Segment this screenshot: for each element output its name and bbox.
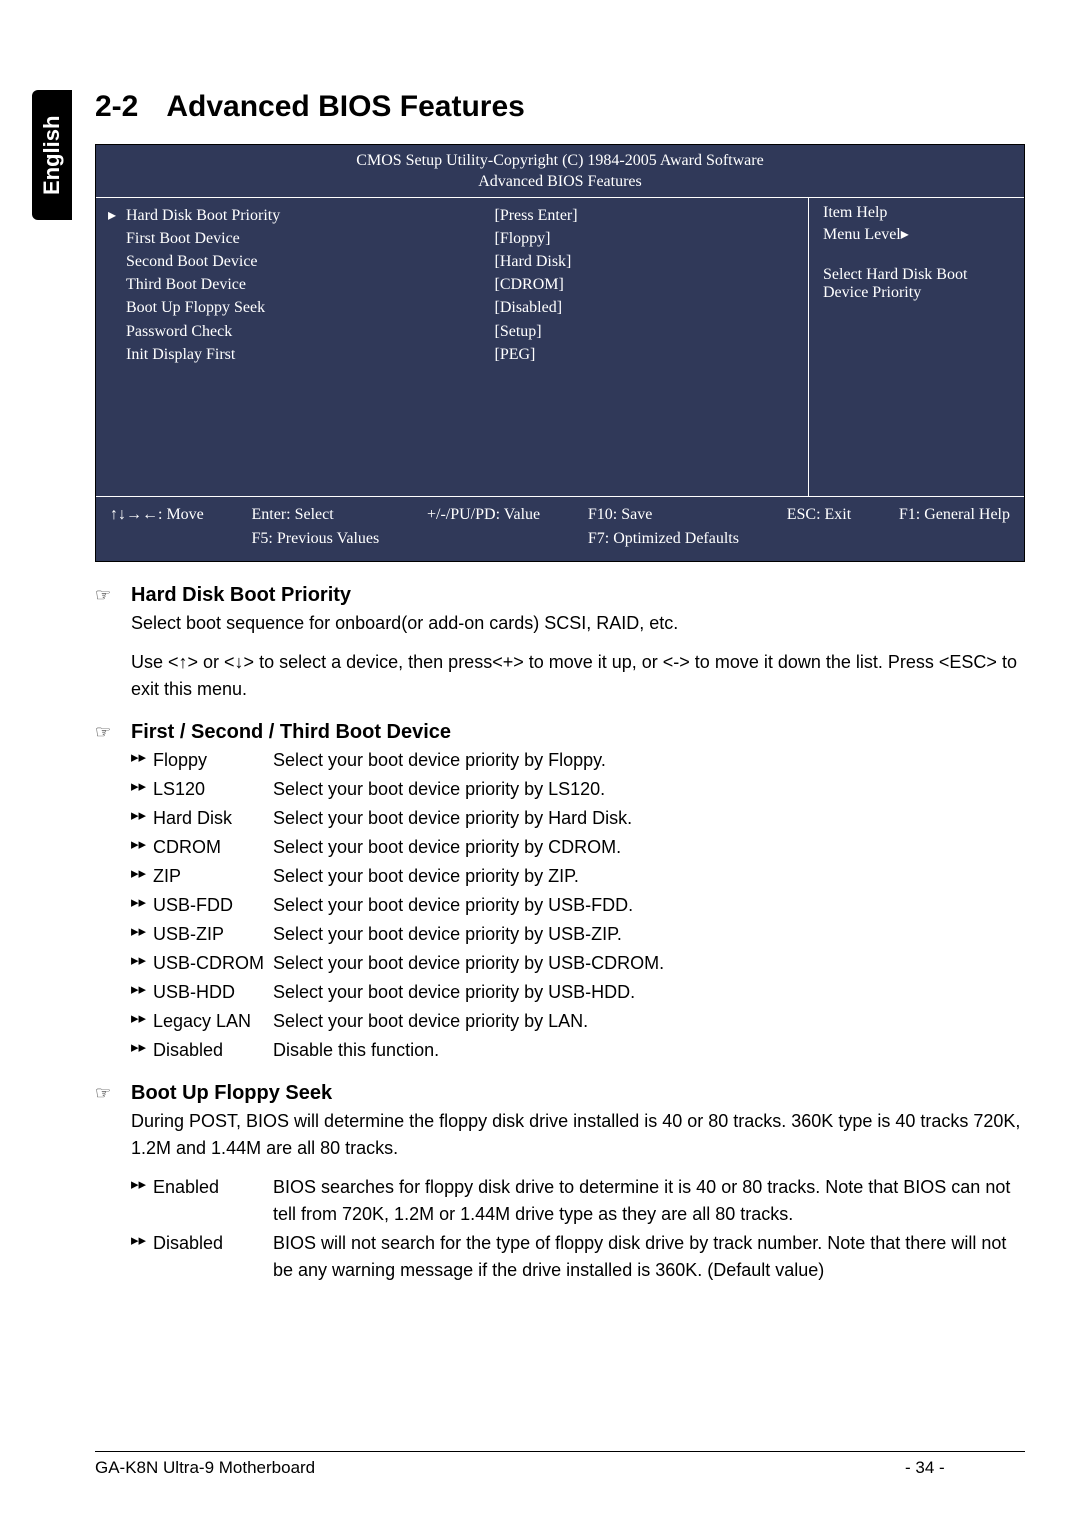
page-number: - 34 - [905,1458,1025,1478]
option-bullet-icon: ▸▸ [131,1174,153,1197]
setting-value: [Setup] [495,320,797,343]
option-desc: Select your boot device priority by ZIP. [273,863,1025,890]
option-name: Disabled [153,1230,273,1257]
option-name: USB-CDROM [153,950,273,977]
option-name: USB-FDD [153,892,273,919]
option-desc: Select your boot device priority by LS12… [273,776,1025,803]
item-title: First / Second / Third Boot Device [131,717,451,747]
bios-header-line2: Advanced BIOS Features [96,172,1024,193]
setting-value: [Press Enter] [495,204,797,227]
menu-level: Menu Level▸ [823,224,1014,244]
help-title: Item Help [823,204,1014,222]
footer-key: ↑↓→←: Move [110,506,204,523]
bios-header: CMOS Setup Utility-Copyright (C) 1984-20… [96,145,1024,197]
option-bullet-icon: ▸▸ [131,776,153,799]
help-text-line: Device Priority [823,284,1014,302]
option-desc: Select your boot device priority by LAN. [273,1008,1025,1035]
descriptive-text: ☞ Hard Disk Boot Priority Select boot se… [95,580,1025,1284]
setting-value: [Floppy] [495,227,797,250]
bios-header-line1: CMOS Setup Utility-Copyright (C) 1984-20… [96,151,1024,172]
paragraph: Select boot sequence for onboard(or add-… [131,610,1025,637]
option-name: Enabled [153,1174,273,1201]
bios-screenshot: CMOS Setup Utility-Copyright (C) 1984-20… [95,144,1025,562]
option-name: Legacy LAN [153,1008,273,1035]
setting-value: [Disabled] [495,296,797,319]
option-bullet-icon: ▸▸ [131,834,153,857]
option-desc: Select your boot device priority by USB-… [273,892,1025,919]
item-hard-disk-boot-priority: ☞ Hard Disk Boot Priority Select boot se… [95,580,1025,703]
setting-label: Hard Disk Boot Priority [126,204,495,227]
setting-value: [CDROM] [495,273,797,296]
menu-arrow-icon: ▸ [108,204,126,227]
paragraph: Use <↑> or <↓> to select a device, then … [131,649,1025,703]
item-title: Hard Disk Boot Priority [131,580,351,610]
option-name: Hard Disk [153,805,273,832]
hand-pointer-icon: ☞ [95,582,131,609]
language-tab: English [32,90,72,220]
option-desc: BIOS searches for floppy disk drive to d… [273,1174,1025,1228]
hand-pointer-icon: ☞ [95,1080,131,1107]
option-name: USB-ZIP [153,921,273,948]
option-desc: Select your boot device priority by USB-… [273,979,1025,1006]
setting-label: Second Boot Device [126,250,495,273]
option-bullet-icon: ▸▸ [131,1008,153,1031]
setting-label: Third Boot Device [126,273,495,296]
bios-footer: ↑↓→←: Move Enter: Select F5: Previous Val… [96,497,1024,561]
item-boot-up-floppy-seek: ☞ Boot Up Floppy Seek During POST, BIOS … [95,1078,1025,1284]
item-title: Boot Up Floppy Seek [131,1078,332,1108]
option-bullet-icon: ▸▸ [131,950,153,973]
option-name: ZIP [153,863,273,890]
option-name: LS120 [153,776,273,803]
option-desc: Select your boot device priority by USB-… [273,950,1025,977]
footer-key: F10: Save [588,506,652,523]
setting-label: Boot Up Floppy Seek [126,296,495,319]
option-bullet-icon: ▸▸ [131,979,153,1002]
option-name: Disabled [153,1037,273,1064]
bios-help-panel: Item Help Menu Level▸ Select Hard Disk B… [809,197,1024,497]
footer-key: F7: Optimized Defaults [588,530,739,547]
page-content: 2-2 Advanced BIOS Features CMOS Setup Uti… [95,0,1025,1284]
section-number: 2-2 [95,90,138,124]
item-boot-device: ☞ First / Second / Third Boot Device ▸▸F… [95,717,1025,1064]
setting-label: First Boot Device [126,227,495,250]
option-desc: Select your boot device priority by Hard… [273,805,1025,832]
paragraph: During POST, BIOS will determine the flo… [131,1108,1025,1162]
option-bullet-icon: ▸▸ [131,892,153,915]
help-text-line: Select Hard Disk Boot [823,266,1014,284]
option-bullet-icon: ▸▸ [131,1037,153,1060]
option-bullet-icon: ▸▸ [131,805,153,828]
option-bullet-icon: ▸▸ [131,1230,153,1253]
setting-value: [PEG] [495,343,797,366]
option-desc: Disable this function. [273,1037,1025,1064]
section-title-text: Advanced BIOS Features [166,90,524,123]
option-bullet-icon: ▸▸ [131,921,153,944]
option-desc: Select your boot device priority by CDRO… [273,834,1025,861]
bios-settings-panel: ▸Hard Disk Boot Priority[Press Enter] Fi… [96,197,809,497]
option-name: CDROM [153,834,273,861]
footer-key: Enter: Select [252,506,334,523]
option-desc: BIOS will not search for the type of flo… [273,1230,1025,1284]
page-footer: GA-K8N Ultra-9 Motherboard - 34 - [95,1451,1025,1478]
setting-value: [Hard Disk] [495,250,797,273]
footer-product-name: GA-K8N Ultra-9 Motherboard [95,1458,905,1478]
setting-label: Init Display First [126,343,495,366]
option-name: Floppy [153,747,273,774]
footer-key: F1: General Help [899,506,1010,523]
option-name: USB-HDD [153,979,273,1006]
footer-key: +/-/PU/PD: Value [427,506,540,523]
option-bullet-icon: ▸▸ [131,863,153,886]
section-heading: 2-2 Advanced BIOS Features [95,90,1025,124]
footer-key: ESC: Exit [787,506,851,523]
option-desc: Select your boot device priority by Flop… [273,747,1025,774]
option-desc: Select your boot device priority by USB-… [273,921,1025,948]
hand-pointer-icon: ☞ [95,719,131,746]
footer-key: F5: Previous Values [252,530,380,547]
setting-label: Password Check [126,320,495,343]
option-bullet-icon: ▸▸ [131,747,153,770]
